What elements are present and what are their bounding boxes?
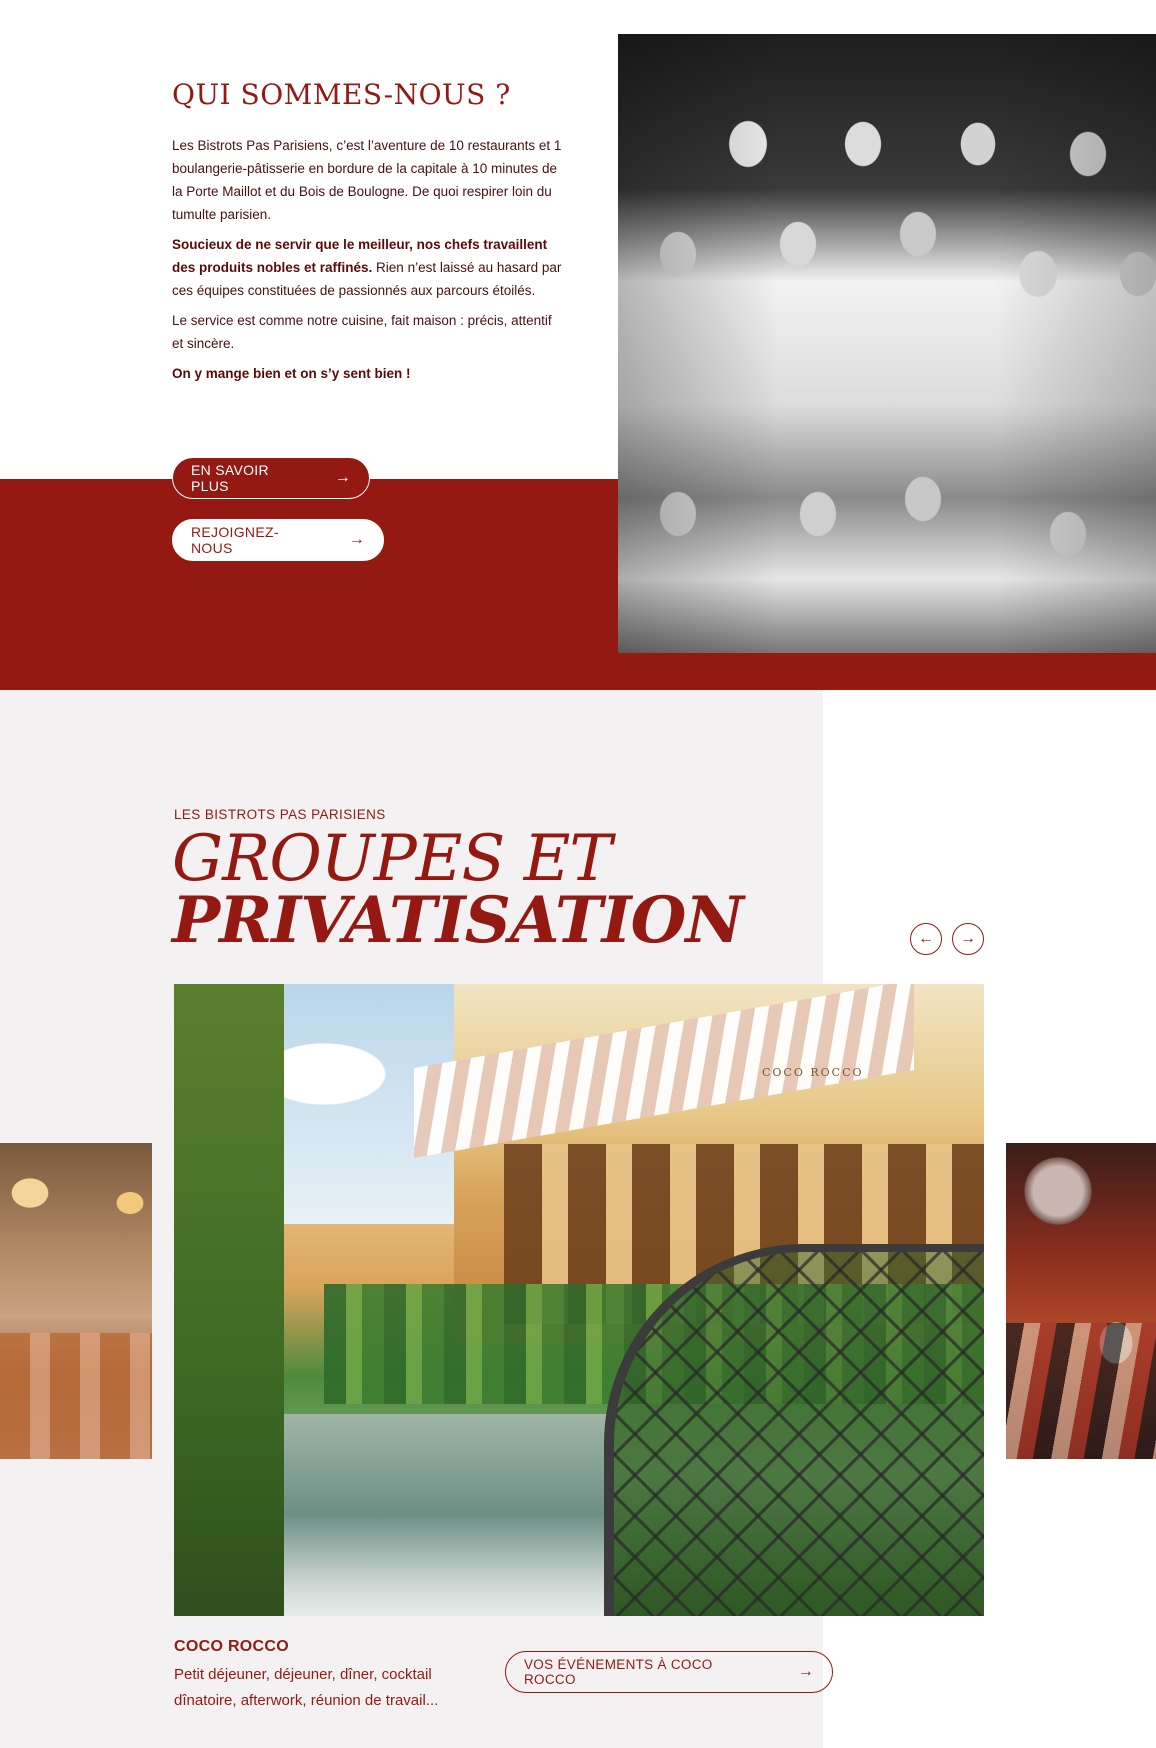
about-paragraph-4-bold: On y mange bien et on s’y sent bien ! <box>172 366 411 381</box>
team-photo <box>618 34 1156 653</box>
groupes-title-line-1: GROUPES ET <box>172 822 612 896</box>
about-paragraph-2: Soucieux de ne servir que le meilleur, n… <box>172 233 562 302</box>
carousel-prev-button[interactable]: ← <box>910 923 942 955</box>
carousel-next-button[interactable]: → <box>952 923 984 955</box>
arrow-right-icon: → <box>797 1663 814 1680</box>
about-paragraph-4: On y mange bien et on s’y sent bien ! <box>172 362 562 385</box>
canal-water-image <box>284 1414 614 1616</box>
party-crowd-image <box>1006 1323 1156 1459</box>
groupes-section: LES BISTROTS PAS PARISIENS GROUPES ET PR… <box>0 690 1156 1748</box>
carousel-slide-current[interactable]: COCO ROCCO <box>174 984 984 1616</box>
arrow-right-icon: → <box>334 469 351 486</box>
vos-evenements-button[interactable]: VOS ÉVÉNEMENTS À COCO ROCCO → <box>505 1651 833 1693</box>
arrow-right-icon: → <box>960 930 976 947</box>
en-savoir-plus-label: EN SAVOIR PLUS <box>191 462 269 494</box>
groupes-title-line-2: PRIVATISATION <box>172 883 744 958</box>
about-paragraph-3: Le service est comme notre cuisine, fait… <box>172 313 552 351</box>
restaurant-chairs-image <box>0 1333 152 1459</box>
arrow-right-icon: → <box>348 531 365 548</box>
en-savoir-plus-button[interactable]: EN SAVOIR PLUS → <box>172 457 370 499</box>
carousel-slide-previous[interactable] <box>0 1143 152 1459</box>
venue-description: Petit déjeuner, déjeuner, dîner, cocktai… <box>174 1666 439 1709</box>
venue-name: COCO ROCCO <box>174 1638 289 1655</box>
groupes-title: GROUPES ET PRIVATISATION <box>172 822 812 958</box>
restaurant-sign: COCO ROCCO <box>762 1066 864 1079</box>
willow-tree-image <box>174 984 284 1616</box>
arrow-left-icon: ← <box>918 930 934 947</box>
rejoignez-nous-label: REJOIGNEZ-NOUS <box>191 524 279 556</box>
groupes-eyebrow: LES BISTROTS PAS PARISIENS <box>174 807 386 822</box>
rejoignez-nous-button[interactable]: REJOIGNEZ-NOUS → <box>172 519 384 561</box>
vos-evenements-label: VOS ÉVÉNEMENTS À COCO ROCCO <box>524 1657 713 1687</box>
about-body: Les Bistrots Pas Parisiens, c’est l’aven… <box>172 134 562 392</box>
carousel-slide-next[interactable] <box>1006 1143 1156 1459</box>
about-paragraph-1: Les Bistrots Pas Parisiens, c’est l’aven… <box>172 138 562 222</box>
team-photo-shade <box>618 34 1156 653</box>
about-section: QUI SOMMES-NOUS ? Les Bistrots Pas Paris… <box>0 0 1156 690</box>
about-title: QUI SOMMES-NOUS ? <box>172 78 511 111</box>
